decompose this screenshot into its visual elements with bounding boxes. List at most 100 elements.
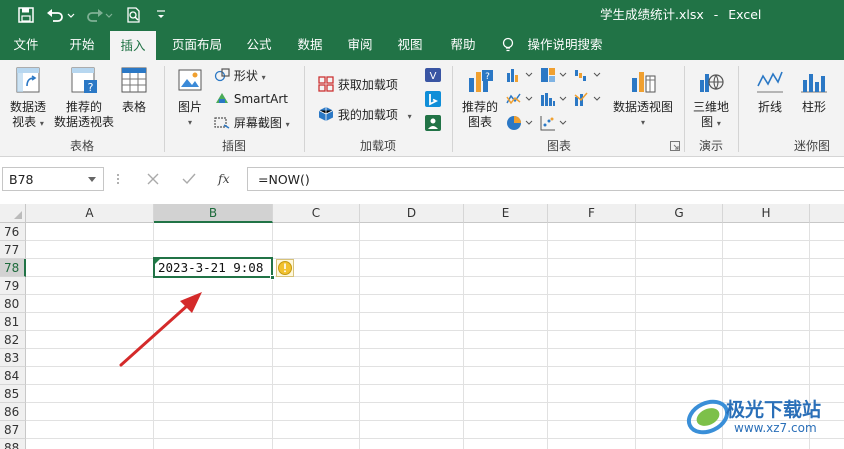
row-header-83[interactable]: 83 xyxy=(0,349,26,367)
undo-icon[interactable] xyxy=(44,0,78,30)
people-graph-icon[interactable] xyxy=(424,114,442,135)
3d-map-button[interactable]: 三维地 图 ▾ xyxy=(690,66,732,131)
column-header-D[interactable]: D xyxy=(360,204,464,223)
row-header-81[interactable]: 81 xyxy=(0,313,26,331)
tab-home[interactable]: 开始 xyxy=(58,30,106,60)
line-sparkline-icon xyxy=(757,71,783,93)
recommended-pivot-icon: ? xyxy=(71,67,97,94)
3d-map-label-1: 三维地 xyxy=(692,100,729,114)
column-header-G[interactable]: G xyxy=(636,204,723,223)
smartart-button[interactable]: SmartArt xyxy=(214,91,288,106)
pivot-chart-label: 数据透视图 xyxy=(612,100,673,114)
tab-file[interactable]: 文件 xyxy=(4,30,48,60)
title-bar: 学生成绩统计.xlsx - Excel xyxy=(0,0,844,30)
select-all-button[interactable] xyxy=(0,204,26,223)
tab-help[interactable]: 帮助 xyxy=(440,30,486,60)
fill-handle[interactable] xyxy=(270,275,275,280)
row-header-84[interactable]: 84 xyxy=(0,367,26,385)
recommended-pivot-label-2: 数据透视表 xyxy=(54,115,115,129)
row-header-79[interactable]: 79 xyxy=(0,277,26,295)
pivot-table-label-2: 视表 ▾ xyxy=(12,115,44,129)
tab-data[interactable]: 数据 xyxy=(288,30,332,60)
line-sparkline-button[interactable]: 折线 xyxy=(750,66,790,115)
column-header-E[interactable]: E xyxy=(464,204,548,223)
recommended-pivot-button[interactable]: ? 推荐的 数据透视表 xyxy=(54,66,114,130)
insert-function-button[interactable]: fx xyxy=(218,171,230,186)
row-header-88[interactable]: 88 xyxy=(0,439,26,449)
column-header-C[interactable]: C xyxy=(273,204,360,223)
group-illustrations-label: 插图 xyxy=(221,139,246,153)
row-header-82[interactable]: 82 xyxy=(0,331,26,349)
enter-check-icon[interactable] xyxy=(182,172,196,189)
column-chart-icon[interactable] xyxy=(506,67,536,86)
print-preview-icon[interactable] xyxy=(124,0,144,30)
screenshot-icon xyxy=(214,117,230,129)
formula-value: =NOW() xyxy=(258,172,310,187)
column-header-partial[interactable] xyxy=(810,204,844,223)
pictures-label: 图片 xyxy=(177,100,202,114)
combo-chart-icon[interactable] xyxy=(574,91,604,110)
redo-icon[interactable] xyxy=(82,0,116,30)
tab-view[interactable]: 视图 xyxy=(388,30,432,60)
group-tours-label: 演示 xyxy=(698,139,723,153)
dialog-launcher-icon[interactable] xyxy=(670,140,680,154)
lightbulb-icon[interactable] xyxy=(498,30,518,60)
row-header-80[interactable]: 80 xyxy=(0,295,26,313)
row-header-78[interactable]: 78 xyxy=(0,259,26,277)
tab-formulas[interactable]: 公式 xyxy=(236,30,282,60)
waterfall-chart-icon[interactable] xyxy=(574,67,604,86)
gridline xyxy=(547,223,548,449)
row-header-87[interactable]: 87 xyxy=(0,421,26,439)
scatter-chart-icon[interactable] xyxy=(540,115,570,134)
formula-input[interactable]: =NOW() xyxy=(247,167,844,191)
group-tables-label: 表格 xyxy=(69,139,94,153)
column-sparkline-button[interactable]: 柱形 xyxy=(794,66,834,115)
pie-chart-icon[interactable] xyxy=(506,115,536,134)
tab-page-layout[interactable]: 页面布局 xyxy=(166,30,228,60)
shapes-button[interactable]: 形状 ▾ xyxy=(214,67,266,84)
customize-toolbar-icon[interactable] xyxy=(154,0,168,30)
get-addins-label: 获取加载项 xyxy=(337,78,398,92)
recommended-charts-label-1: 推荐的 xyxy=(461,100,498,114)
pictures-button[interactable]: 图片 ▾ xyxy=(170,66,210,130)
screenshot-button[interactable]: 屏幕截图 ▾ xyxy=(214,114,290,131)
save-icon[interactable] xyxy=(14,0,38,30)
warning-icon xyxy=(278,261,292,275)
statistic-chart-icon[interactable] xyxy=(540,91,570,110)
column-header-H[interactable]: H xyxy=(723,204,810,223)
group-addins-label: 加载项 xyxy=(359,139,396,153)
recommended-charts-button[interactable]: ? 推荐的 图表 xyxy=(458,66,502,130)
ribbon-insert: 数据透 视表 ▾ ? 推荐的 数据透视表 表格 表格 图片 ▾ 形状 ▾ Sma… xyxy=(0,60,844,157)
row-header-86[interactable]: 86 xyxy=(0,403,26,421)
name-box[interactable]: B78 xyxy=(2,167,104,191)
column-header-B[interactable]: B xyxy=(154,204,273,223)
tab-insert[interactable]: 插入 xyxy=(110,31,156,60)
table-label: 表格 xyxy=(121,100,146,114)
column-sparkline-label: 柱形 xyxy=(801,100,826,114)
table-button[interactable]: 表格 xyxy=(116,66,152,115)
row-header-85[interactable]: 85 xyxy=(0,385,26,403)
pivot-chart-button[interactable]: 数据透视图 ▾ xyxy=(606,66,680,130)
line-chart-icon[interactable] xyxy=(506,91,536,110)
row-header-76[interactable]: 76 xyxy=(0,223,26,241)
column-header-A[interactable]: A xyxy=(26,204,154,223)
tab-review[interactable]: 审阅 xyxy=(338,30,382,60)
visio-addin-icon[interactable]: V xyxy=(424,66,442,87)
svg-text:?: ? xyxy=(485,72,490,82)
tell-me-search[interactable]: 操作说明搜索 xyxy=(522,30,608,60)
resize-handle-icon[interactable] xyxy=(116,171,120,187)
worksheet-grid: A B C D E F G H 76 77 78 79 80 81 82 83 … xyxy=(0,201,844,449)
cancel-icon[interactable] xyxy=(146,172,160,189)
my-addins-button[interactable]: 我的加载项 ▾ xyxy=(318,106,412,123)
bing-maps-icon[interactable] xyxy=(424,90,442,111)
cell-B78-value: 2023-3-21 9:08 xyxy=(158,260,264,275)
hierarchy-chart-icon[interactable] xyxy=(540,67,570,86)
pivot-table-button[interactable]: 数据透 视表 ▾ xyxy=(4,66,52,131)
watermark-brand: 极光下载站 xyxy=(726,399,822,421)
column-header-F[interactable]: F xyxy=(548,204,636,223)
get-addins-button[interactable]: 获取加载项 xyxy=(318,76,398,93)
error-warning-button[interactable] xyxy=(276,259,294,277)
row-header-77[interactable]: 77 xyxy=(0,241,26,259)
chevron-down-icon xyxy=(88,177,96,182)
recommended-pivot-label-1: 推荐的 xyxy=(65,100,102,114)
